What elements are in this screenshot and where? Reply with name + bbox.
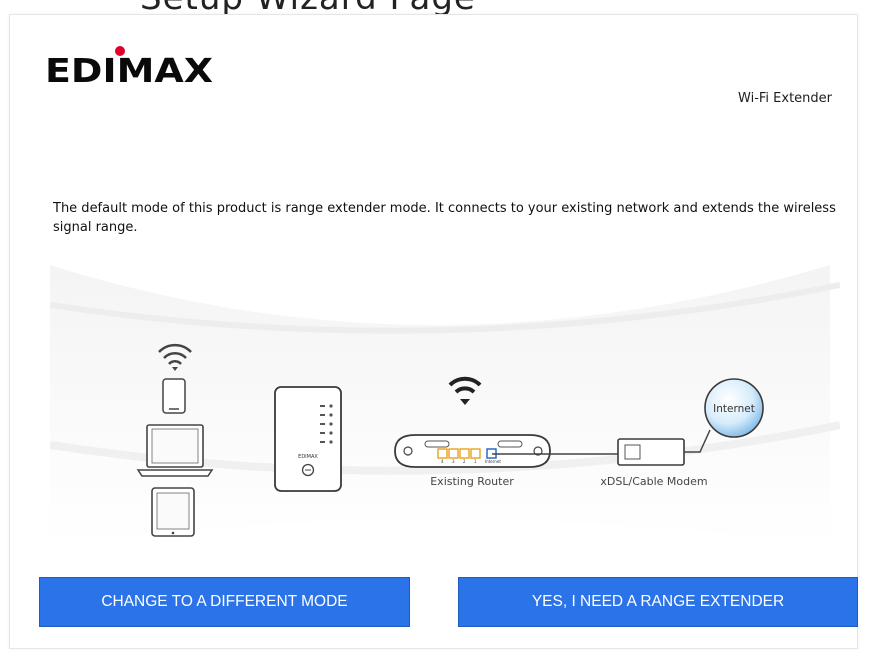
- router-label: Existing Router: [430, 475, 514, 488]
- cropped-title: Setup Wizard Page: [140, 0, 476, 14]
- range-extender-button[interactable]: YES, I NEED A RANGE EXTENDER: [458, 577, 858, 627]
- internet-label: Internet: [713, 403, 755, 415]
- modem-icon: [617, 438, 685, 466]
- edimax-logo: EDIMAX: [45, 46, 213, 87]
- port-label: Internet: [485, 459, 501, 464]
- product-name: Wi-Fi Extender: [738, 91, 832, 106]
- phone-icon: [162, 378, 186, 414]
- router-icon: 4 3 2 1 Internet: [394, 434, 551, 468]
- logo-dot: [115, 46, 125, 56]
- modem-label: xDSL/Cable Modem: [600, 475, 707, 488]
- extender-device-icon: EDIMAX: [274, 386, 342, 492]
- change-mode-button[interactable]: CHANGE TO A DIFFERENT MODE: [39, 577, 410, 627]
- extender-brand: EDIMAX: [298, 454, 318, 460]
- tablet-icon: [151, 487, 195, 537]
- logo-text: EDIMAX: [45, 51, 213, 87]
- cropped-header-strip: Setup Wizard Page: [0, 0, 874, 14]
- network-diagram: EDIMAX 4 3 2 1 Internet Existing Router: [50, 265, 840, 545]
- globe-icon: Internet: [704, 378, 764, 438]
- mode-description: The default mode of this product is rang…: [53, 201, 836, 235]
